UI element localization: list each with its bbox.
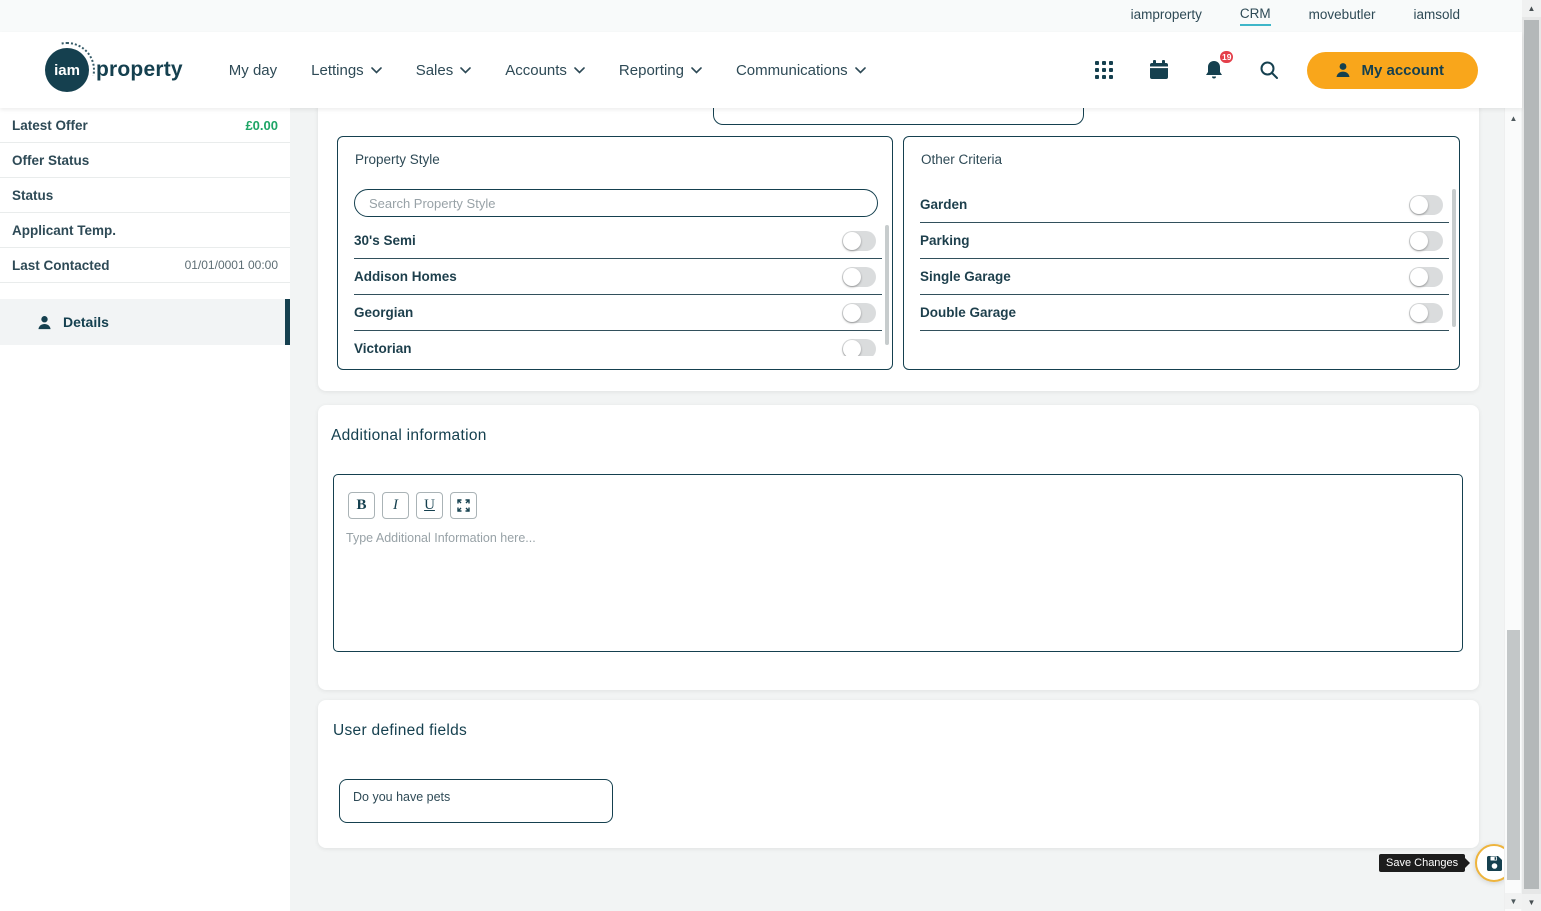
crm-screen: iamproperty CRM movebutler iamsold iam p… <box>0 0 1541 911</box>
property-style-search-input[interactable] <box>354 189 878 217</box>
scroll-up-arrow[interactable]: ▲ <box>1505 110 1522 126</box>
nav-sales[interactable]: Sales <box>416 62 472 79</box>
property-style-title: Property Style <box>355 152 440 167</box>
sidebar-item-details[interactable]: Details <box>0 299 290 345</box>
other-criteria-title: Other Criteria <box>921 152 1003 167</box>
toggle-parking[interactable] <box>1409 230 1443 251</box>
additional-information-heading: Additional information <box>331 427 487 444</box>
scrollbar-thumb[interactable] <box>1524 20 1539 889</box>
toggle-garden[interactable] <box>1409 194 1443 215</box>
calendar-icon[interactable] <box>1142 53 1176 87</box>
chevron-down-icon <box>574 66 585 74</box>
my-account-button[interactable]: My account <box>1307 51 1478 89</box>
editor-toolbar: B I U <box>348 492 477 519</box>
other-criteria-panel: Other Criteria Garden Parking Single Gar… <box>903 136 1460 370</box>
user-icon <box>38 315 51 329</box>
toggle-addison-homes[interactable] <box>842 266 876 287</box>
nav-communications[interactable]: Communications <box>736 62 866 79</box>
bold-button[interactable]: B <box>348 492 375 519</box>
list-item: Victorian <box>354 331 882 356</box>
latest-offer-value: £0.00 <box>245 117 278 133</box>
search-icon[interactable] <box>1252 53 1286 87</box>
save-tooltip: Save Changes <box>1379 854 1471 872</box>
notifications-bell-icon[interactable]: 19 <box>1197 49 1236 87</box>
sidebar-row-latest-offer: Latest Offer £0.00 <box>0 108 290 143</box>
toplink-crm[interactable]: CRM <box>1239 6 1271 26</box>
scroll-up-arrow[interactable]: ▲ <box>1522 0 1541 17</box>
list-item: Single Garage <box>920 259 1449 295</box>
property-style-panel: Property Style 30's Semi Addison Homes G… <box>337 136 893 370</box>
record-sidebar: Latest Offer £0.00 Offer Status Status A… <box>0 108 290 911</box>
toggle-single-garage[interactable] <box>1409 266 1443 287</box>
toggle-victorian[interactable] <box>842 338 876 356</box>
underline-button[interactable]: U <box>416 492 443 519</box>
user-defined-fields-card: User defined fields Do you have pets <box>318 700 1479 848</box>
iamproperty-logo[interactable]: iam property <box>45 48 183 92</box>
chevron-down-icon <box>460 66 472 74</box>
save-disk-icon <box>1486 855 1502 871</box>
list-scrollbar[interactable] <box>1452 189 1456 327</box>
main-header: iam property My day Lettings Sales Accou… <box>0 32 1522 108</box>
expand-icon <box>457 499 470 512</box>
last-contacted-value: 01/01/0001 00:00 <box>184 258 278 272</box>
chevron-down-icon <box>691 66 702 74</box>
underline-icon: U <box>424 497 435 513</box>
product-switcher-bar: iamproperty CRM movebutler iamsold <box>0 0 1522 32</box>
chevron-down-icon <box>854 66 866 74</box>
expand-button[interactable] <box>450 492 477 519</box>
browser-scrollbar: ▲ ▼ <box>1522 0 1541 911</box>
other-criteria-list: Garden Parking Single Garage Double Gara… <box>920 187 1449 332</box>
list-item: 30's Semi <box>354 223 882 259</box>
scroll-down-arrow[interactable]: ▼ <box>1505 893 1522 909</box>
logo-circle: iam <box>45 48 89 92</box>
header-actions: 19 My account <box>1087 49 1478 89</box>
sidebar-row-last-contacted: Last Contacted 01/01/0001 00:00 <box>0 248 290 283</box>
property-style-list: 30's Semi Addison Homes Georgian Victori… <box>354 223 882 356</box>
content-scrollbar: ▲ ▼ <box>1504 108 1522 911</box>
list-item: Addison Homes <box>354 259 882 295</box>
list-scrollbar[interactable] <box>885 225 889 345</box>
sidebar-row-status: Status <box>0 178 290 213</box>
criteria-card: Property Style 30's Semi Addison Homes G… <box>318 98 1479 391</box>
additional-information-card: Additional information B I U Type Additi… <box>318 405 1479 690</box>
toplink-movebutler[interactable]: movebutler <box>1309 7 1376 25</box>
sidebar-row-offer-status: Offer Status <box>0 143 290 178</box>
nav-my-day[interactable]: My day <box>229 62 277 79</box>
italic-icon: I <box>393 497 398 513</box>
save-area: Save Changes <box>1379 844 1514 882</box>
toplink-iamproperty[interactable]: iamproperty <box>1131 7 1202 25</box>
toggle-georgian[interactable] <box>842 302 876 323</box>
udf-field-do-you-have-pets[interactable]: Do you have pets <box>339 779 613 823</box>
details-content: Property Style 30's Semi Addison Homes G… <box>290 98 1514 911</box>
nav-lettings[interactable]: Lettings <box>311 62 382 79</box>
scroll-down-arrow[interactable]: ▼ <box>1522 894 1541 911</box>
notification-count-badge: 19 <box>1218 49 1236 65</box>
toplink-iamsold[interactable]: iamsold <box>1413 7 1460 25</box>
toggle-30s-semi[interactable] <box>842 230 876 251</box>
apps-grid-icon[interactable] <box>1087 53 1121 87</box>
main-nav: My day Lettings Sales Accounts Reporting… <box>229 62 866 79</box>
user-icon <box>1336 63 1350 77</box>
clipped-input-field[interactable] <box>713 108 1084 125</box>
chevron-down-icon <box>370 66 382 74</box>
logo-wordmark: property <box>96 58 183 81</box>
additional-information-editor: B I U Type Additional Information here..… <box>333 474 1463 652</box>
list-item: Garden <box>920 187 1449 223</box>
list-item: Parking <box>920 223 1449 259</box>
list-item: Double Garage <box>920 295 1449 331</box>
italic-button[interactable]: I <box>382 492 409 519</box>
bold-icon: B <box>356 497 367 513</box>
sidebar-row-applicant-temp: Applicant Temp. <box>0 213 290 248</box>
user-defined-fields-heading: User defined fields <box>333 722 468 739</box>
nav-accounts[interactable]: Accounts <box>505 62 585 79</box>
scrollbar-thumb[interactable] <box>1507 630 1520 880</box>
toggle-double-garage[interactable] <box>1409 302 1443 323</box>
list-item: Georgian <box>354 295 882 331</box>
nav-reporting[interactable]: Reporting <box>619 62 702 79</box>
editor-text-area[interactable] <box>336 525 1460 649</box>
